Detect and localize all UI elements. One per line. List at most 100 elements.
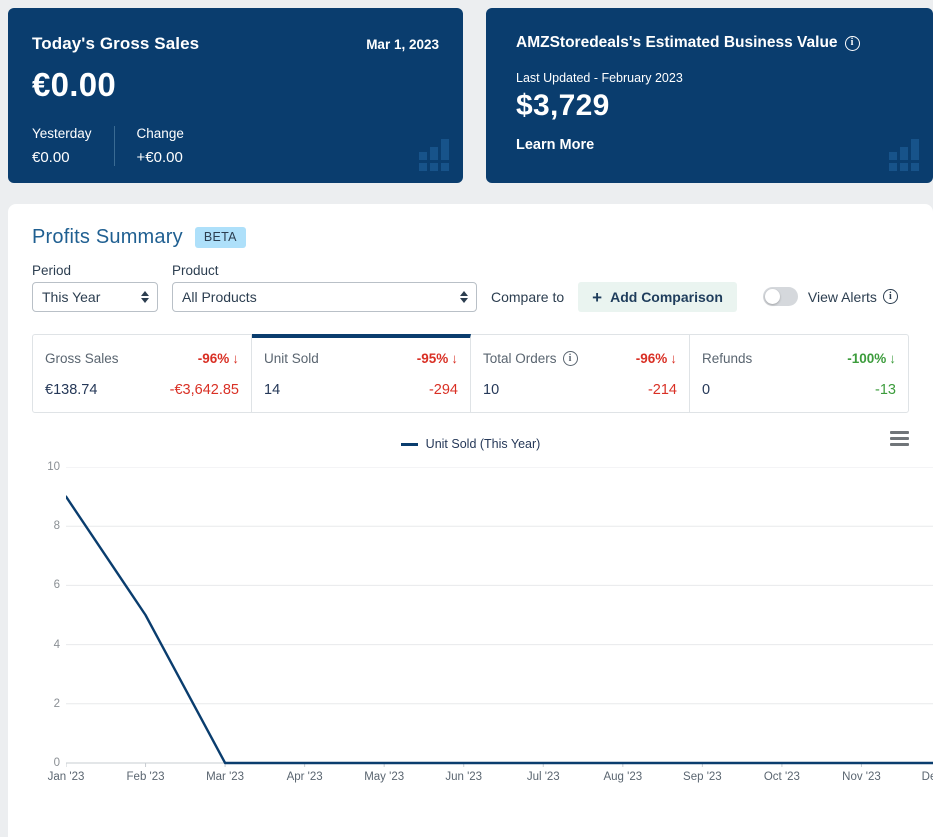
estimated-business-value-card: AMZStoredeals's Estimated Business Value… [486, 8, 933, 183]
legend-swatch [400, 442, 418, 446]
kpi-tile-total-orders[interactable]: Total Orders i -96% ↓ 10 -214 [471, 335, 690, 412]
sales-card-header: Today's Gross Sales Mar 1, 2023 [32, 34, 439, 54]
product-select[interactable]: All Products [172, 282, 477, 312]
kpi-name: Unit Sold [264, 351, 319, 366]
product-label: Product [172, 263, 219, 278]
x-axis-tick-label: May '23 [364, 771, 405, 783]
y-axis-tick-label: 2 [53, 697, 60, 710]
info-icon[interactable]: i [562, 351, 578, 366]
kpi-tile-unit-sold[interactable]: Unit Sold -95% ↓ 14 -294 [252, 334, 471, 412]
learn-more-link[interactable]: Learn More [516, 137, 909, 153]
period-field: Period This Year [32, 263, 158, 312]
business-value-last-updated: Last Updated - February 2023 [516, 71, 683, 85]
kpi-delta: -294 [428, 382, 458, 398]
x-axis-tick-label: Feb '23 [126, 771, 165, 783]
kpi-header: Refunds -100% ↓ [702, 351, 896, 366]
add-comparison-label: Add Comparison [610, 289, 723, 305]
y-axis-labels: 0 2 4 6 8 10 [32, 461, 60, 769]
summary-cards-row: Today's Gross Sales Mar 1, 2023 €0.00 Ye… [0, 0, 933, 183]
kpi-header: Unit Sold -95% ↓ [264, 351, 458, 366]
chart-plot: 0 2 4 6 8 10 Jan '23 Feb '23 Mar '23 Apr '23 May … [32, 461, 933, 783]
compare-to-label: Compare to [491, 289, 565, 305]
kpi-percent-change: -100% ↓ [847, 351, 896, 366]
view-alerts-label: View Alerts [807, 288, 877, 305]
arrow-down-icon: ↓ [232, 351, 239, 366]
y-axis-tick-label: 4 [53, 638, 60, 651]
x-axis-tick-label: Aug '23 [603, 771, 643, 783]
kpi-values: €138.74 -€3,642.85 [45, 382, 239, 398]
product-field: Product All Products [172, 263, 477, 312]
kpi-tiles: Gross Sales -96% ↓ €138.74 -€3,642.85 Unit So… [32, 334, 909, 413]
chart-legend: Unit Sold (This Year) [32, 427, 909, 451]
kpi-value: 10 [483, 382, 500, 398]
period-select[interactable]: This Year [32, 282, 158, 312]
plus-icon: + [592, 287, 603, 307]
kpi-value: €138.74 [45, 382, 98, 398]
x-axis-tick-label: Jul '23 [526, 771, 560, 783]
view-alerts-toggle[interactable] [762, 287, 798, 306]
kpi-tile-gross-sales[interactable]: Gross Sales -96% ↓ €138.74 -€3,642.85 [33, 335, 252, 412]
change-value: +€0.00 [136, 149, 183, 166]
x-axis-tick-label: Oct '23 [763, 771, 800, 783]
x-axis-tick-label: Jan '23 [47, 771, 85, 783]
sales-card-date: Mar 1, 2023 [366, 37, 439, 52]
kpi-name: Refunds [702, 351, 753, 366]
page-title: Profits Summary [32, 226, 183, 248]
business-value-amount: $3,729 [516, 89, 610, 122]
kpi-delta: -13 [875, 382, 896, 398]
sales-card-title: Today's Gross Sales [32, 34, 200, 53]
panel-header: Profits Summary BETA [8, 226, 933, 249]
chevron-updown-icon [460, 291, 468, 303]
business-value-title: AMZStoredeals's Estimated Business Value [516, 34, 838, 51]
kpi-percent-change: -96% ↓ [635, 351, 677, 366]
y-axis-tick-label: 8 [53, 520, 60, 533]
sales-card-subrow: Yesterday €0.00 Change +€0.00 [32, 126, 439, 166]
kpi-delta: -€3,642.85 [169, 382, 239, 398]
toggle-knob [764, 289, 780, 304]
info-icon[interactable]: i [844, 35, 860, 51]
todays-gross-sales-card: Today's Gross Sales Mar 1, 2023 €0.00 Ye… [8, 8, 463, 183]
kpi-values: 14 -294 [264, 382, 458, 398]
chart-svg [66, 467, 933, 767]
change-block: Change +€0.00 [113, 126, 206, 166]
x-axis-labels: Jan '23 Feb '23 Mar '23 Apr '23 May '23 Jun '… [48, 769, 933, 791]
kpi-tile-refunds[interactable]: Refunds -100% ↓ 0 -13 [690, 335, 908, 412]
x-axis-tick-label: Nov '23 [842, 771, 881, 783]
x-axis-tick-label: Mar '23 [206, 771, 245, 783]
kpi-values: 0 -13 [702, 382, 896, 398]
unit-sold-chart: Unit Sold (This Year) 0 2 4 6 8 10 Jan '23 Feb… [32, 427, 933, 787]
info-icon[interactable]: i [882, 289, 898, 304]
bar-chart-icon [419, 139, 449, 171]
chevron-updown-icon [141, 291, 149, 303]
bar-chart-icon [889, 139, 919, 171]
add-comparison-button[interactable]: + Add Comparison [578, 282, 737, 312]
kpi-name: Total Orders i [483, 351, 578, 366]
view-alerts-group: View Alerts i [762, 287, 898, 312]
kpi-value: 14 [264, 382, 281, 398]
profits-summary-panel: Profits Summary BETA Period This Year Pr… [8, 204, 933, 837]
kpi-header: Total Orders i -96% ↓ [483, 351, 677, 366]
business-value-title-row: AMZStoredeals's Estimated Business Value… [516, 34, 909, 52]
kpi-name: Gross Sales [45, 351, 119, 366]
x-axis-tick-label: Sep '23 [683, 771, 722, 783]
yesterday-label: Yesterday [32, 126, 92, 141]
change-label: Change [136, 126, 184, 141]
kpi-percent-change: -95% ↓ [416, 351, 458, 366]
yesterday-value: €0.00 [32, 149, 70, 166]
y-axis-tick-label: 10 [47, 461, 60, 473]
filters-toolbar: Period This Year Product All Products Co… [8, 249, 933, 312]
arrow-down-icon: ↓ [451, 351, 458, 366]
y-axis-tick-label: 6 [53, 579, 60, 592]
kpi-header: Gross Sales -96% ↓ [45, 351, 239, 366]
period-select-value: This Year [42, 289, 101, 305]
period-label: Period [32, 263, 72, 278]
arrow-down-icon: ↓ [670, 351, 677, 366]
beta-badge: BETA [194, 227, 246, 248]
kpi-percent-change: -96% ↓ [197, 351, 239, 366]
x-axis-tick-label: Apr '23 [286, 771, 323, 783]
product-select-value: All Products [182, 289, 257, 305]
hamburger-menu-icon[interactable] [890, 431, 909, 446]
sales-card-amount: €0.00 [32, 66, 117, 103]
arrow-down-icon: ↓ [889, 351, 896, 366]
x-axis-tick-label: Jun '23 [445, 771, 483, 783]
